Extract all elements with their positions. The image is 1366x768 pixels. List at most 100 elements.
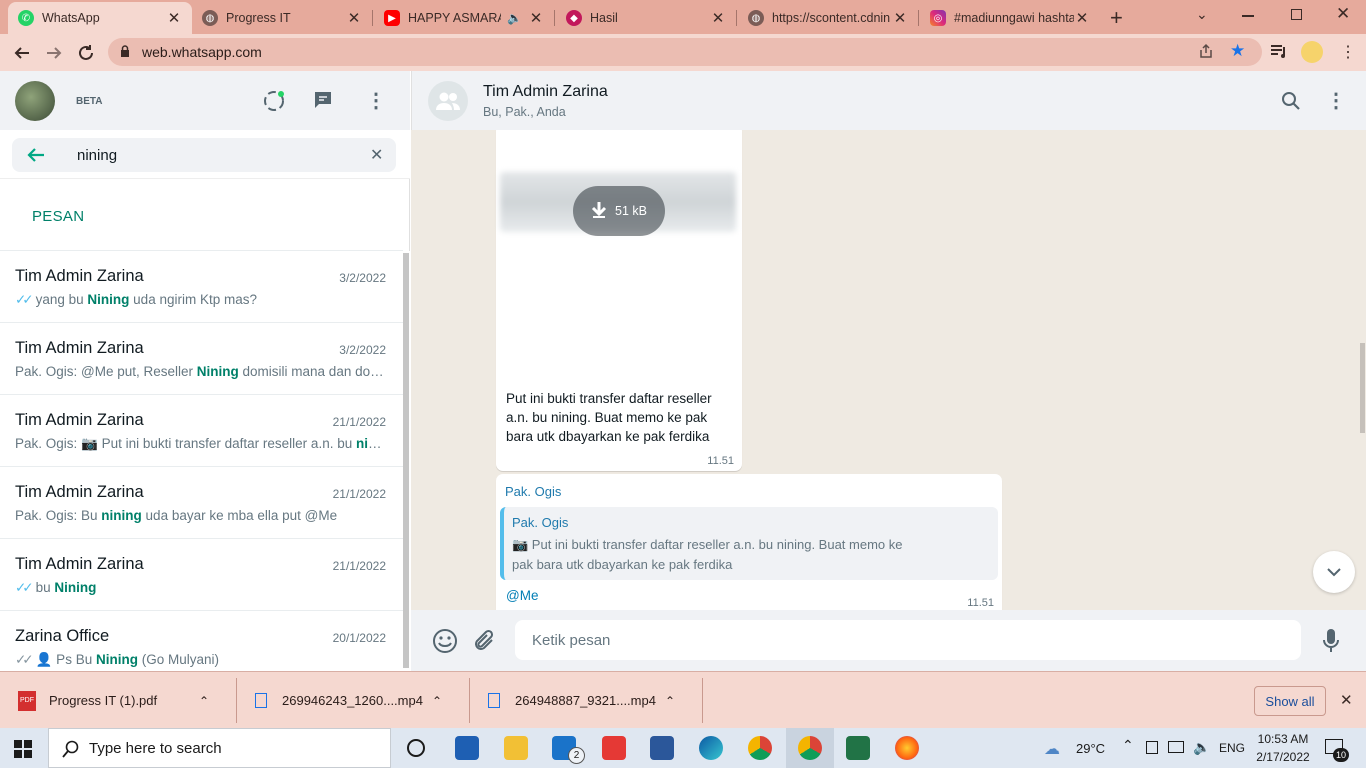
quoted-message[interactable]: Pak. Ogis 📷 Put ini bukti transfer dafta… — [500, 507, 998, 580]
chat-result-item[interactable]: Tim Admin Zarina 3/2/2022 ✓✓ yang bu Nining… — [0, 251, 403, 323]
chevron-up-icon[interactable]: ⌃ — [199, 694, 209, 708]
group-avatar[interactable] — [428, 81, 468, 121]
tab-instagram[interactable]: ◎ #madiunngawi hashta ✕ — [920, 4, 1100, 32]
close-tab-icon[interactable]: ✕ — [892, 9, 908, 27]
chat-preview: ✓✓ 👤 Ps Bu Nining (Go Mulyani) — [15, 652, 387, 668]
download-item[interactable]: 269946243_1260....mp4 ⌃ — [255, 672, 455, 729]
bookmark-star-icon[interactable]: ★ — [1230, 41, 1245, 61]
back-arrow-icon[interactable] — [26, 145, 46, 170]
close-tab-icon[interactable]: ✕ — [528, 9, 544, 27]
chat-result-item[interactable]: Tim Admin Zarina 21/1/2022 Pak. Ogis: Bu n… — [0, 467, 403, 539]
share-icon[interactable] — [1198, 43, 1214, 62]
device-icon[interactable] — [1146, 741, 1158, 754]
clock-date[interactable]: 2/17/2022 — [1253, 750, 1313, 764]
reload-icon[interactable] — [74, 41, 98, 65]
microphone-icon[interactable] — [1322, 628, 1340, 659]
cortana-icon[interactable] — [407, 739, 425, 757]
tab-divider — [554, 10, 555, 26]
minimize-icon[interactable] — [1242, 15, 1254, 17]
tab-whatsapp[interactable]: ✆ WhatsApp ✕ — [8, 2, 192, 34]
chevron-up-icon[interactable]: ⌃ — [432, 694, 442, 708]
browser-tab-strip: ✆ WhatsApp ✕ ◍ Progress IT ✕ ▶ HAPPY ASM… — [0, 0, 1366, 34]
new-chat-icon[interactable] — [312, 89, 334, 116]
close-download-bar-icon[interactable]: ✕ — [1340, 691, 1353, 709]
taskbar: Type here to search 2 ☁ 29°C ⌃ 🔈 ENG 10:… — [0, 728, 1366, 768]
chevron-up-icon[interactable]: ⌃ — [665, 694, 675, 708]
download-item[interactable]: 264948887_9321....mp4 ⌃ — [488, 672, 688, 729]
scroll-down-button[interactable] — [1313, 551, 1355, 593]
conversation-menu-icon[interactable]: ⋮ — [1326, 88, 1346, 113]
chrome-icon[interactable] — [798, 736, 822, 760]
emoji-icon[interactable] — [432, 628, 458, 659]
close-tab-icon[interactable]: ✕ — [346, 9, 362, 27]
download-item[interactable]: PDF Progress IT (1).pdf ⌃ — [18, 672, 228, 729]
scrollbar-thumb[interactable] — [403, 253, 409, 668]
clock-time[interactable]: 10:53 AM — [1256, 732, 1310, 746]
forward-icon[interactable] — [42, 41, 66, 65]
back-icon[interactable] — [10, 41, 34, 65]
download-image-button[interactable]: 51 kB — [573, 186, 665, 236]
profile-avatar[interactable] — [1301, 41, 1323, 63]
windows-start-icon[interactable] — [14, 740, 32, 763]
message-placeholder: Ketik pesan — [532, 631, 611, 649]
download-icon — [591, 201, 607, 222]
taskbar-search-input[interactable]: Type here to search — [48, 728, 391, 768]
chat-date: 21/1/2022 — [332, 559, 386, 573]
tab-progress-it[interactable]: ◍ Progress IT ✕ — [192, 4, 372, 32]
restore-icon[interactable] — [1291, 9, 1302, 20]
chat-result-item[interactable]: Tim Admin Zarina 21/1/2022 Pak. Ogis: 📷 Pu… — [0, 395, 403, 467]
tab-happy-asmara[interactable]: ▶ HAPPY ASMARA 🔈 ✕ — [374, 4, 554, 32]
chat-result-item[interactable]: Tim Admin Zarina 21/1/2022 ✓✓ bu Nining — [0, 539, 403, 611]
gift-icon[interactable] — [602, 736, 626, 760]
preview-highlight: Nining — [54, 580, 97, 595]
word-icon[interactable] — [650, 736, 674, 760]
preview-text: 📷 Put ini bukti transfer daftar reseller… — [81, 436, 356, 451]
browser-menu-icon[interactable]: ⋮ — [1340, 42, 1356, 62]
search-input[interactable]: nining ✕ — [12, 138, 396, 172]
speaker-icon[interactable]: 🔈 — [507, 11, 522, 25]
volume-icon[interactable]: 🔈 — [1193, 739, 1210, 756]
show-all-button[interactable]: Show all — [1254, 686, 1326, 716]
mention-text: @Me — [506, 588, 539, 603]
attach-icon[interactable] — [474, 629, 496, 658]
messages-section-label: PESAN — [32, 208, 85, 225]
address-bar[interactable]: web.whatsapp.com ★ — [108, 38, 1262, 66]
status-icon[interactable] — [262, 89, 286, 118]
menu-icon[interactable]: ⋮ — [366, 88, 386, 113]
close-tab-icon[interactable]: ✕ — [166, 9, 182, 27]
close-tab-icon[interactable]: ✕ — [1074, 9, 1090, 27]
excel-icon[interactable] — [846, 736, 870, 760]
battery-icon[interactable] — [1168, 741, 1184, 753]
tab-search-chevron-icon[interactable]: ⌄ — [1196, 6, 1208, 23]
tab-divider — [736, 10, 737, 26]
chat-result-item[interactable]: Tim Admin Zarina 3/2/2022 Pak. Ogis: @Me p… — [0, 323, 403, 395]
store-icon[interactable] — [455, 736, 479, 760]
tray-chevron-icon[interactable]: ⌃ — [1122, 737, 1134, 754]
close-window-icon[interactable]: ✕ — [1336, 4, 1350, 24]
language-indicator[interactable]: ENG — [1219, 741, 1245, 755]
edge-icon[interactable] — [699, 736, 723, 760]
firefox-icon[interactable] — [895, 736, 919, 760]
user-avatar[interactable] — [15, 81, 55, 121]
tab-scontent[interactable]: ◍ https://scontent.cdnin ✕ — [738, 4, 918, 32]
download-bar: PDF Progress IT (1).pdf ⌃ 269946243_1260… — [0, 671, 1366, 728]
close-tab-icon[interactable]: ✕ — [710, 9, 726, 27]
new-tab-icon[interactable]: + — [1110, 5, 1123, 31]
divider — [469, 678, 470, 723]
read-receipt-icon: ✓✓ — [15, 580, 34, 595]
clear-search-icon[interactable]: ✕ — [370, 145, 383, 165]
file-explorer-icon[interactable] — [504, 736, 528, 760]
weather-icon[interactable]: ☁ — [1044, 739, 1060, 759]
tab-hasil[interactable]: ◆ Hasil ✕ — [556, 4, 736, 32]
image-size: 51 kB — [615, 204, 647, 218]
message-input[interactable]: Ketik pesan — [515, 620, 1301, 660]
message-scroll-thumb[interactable] — [1360, 343, 1365, 433]
preview-text: Bu — [81, 508, 102, 523]
conversation-header[interactable]: Tim Admin Zarina Bu, Pak., Anda ⋮ — [411, 71, 1366, 130]
chat-date: 20/1/2022 — [332, 631, 386, 645]
media-queue-icon[interactable] — [1270, 43, 1288, 64]
group-members: Bu, Pak., Anda — [483, 105, 566, 119]
chrome-profile-icon[interactable] — [748, 736, 772, 760]
read-receipt-icon: ✓✓ — [15, 652, 34, 667]
search-icon[interactable] — [1281, 91, 1301, 116]
